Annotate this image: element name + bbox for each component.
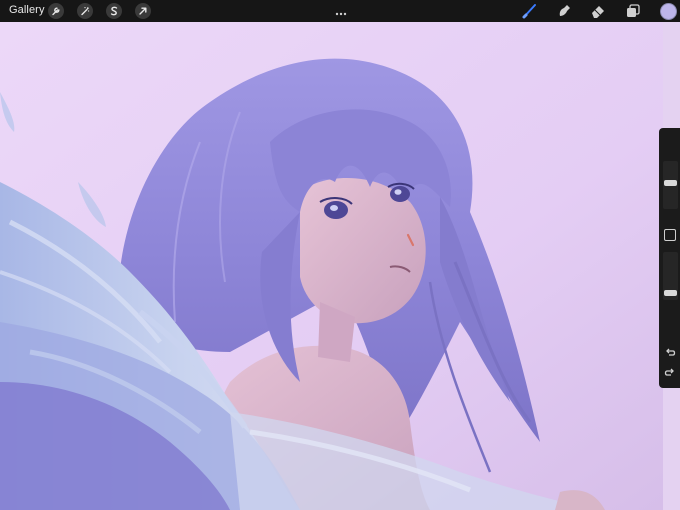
opacity-thumb[interactable] <box>664 289 677 296</box>
opacity-slider[interactable] <box>663 252 678 300</box>
selection-button[interactable] <box>106 3 122 19</box>
smudge-icon <box>559 5 570 16</box>
arrow-cursor-icon <box>139 7 147 15</box>
adjustments-button[interactable] <box>77 3 93 19</box>
layers-icon <box>627 4 640 17</box>
redo-button[interactable] <box>663 366 677 380</box>
painting-artwork <box>0 22 663 510</box>
selection-s-icon <box>110 6 118 16</box>
drawing-canvas[interactable] <box>0 22 663 510</box>
brush-sidebar <box>659 128 680 388</box>
eraser-tool-button[interactable] <box>589 2 607 20</box>
undo-button[interactable] <box>663 346 677 360</box>
ellipsis-icon <box>335 12 347 16</box>
layers-button[interactable] <box>624 2 642 20</box>
brush-tool-button[interactable] <box>521 2 539 20</box>
eraser-icon <box>592 6 604 18</box>
transform-button[interactable] <box>135 3 151 19</box>
brush-size-slider[interactable] <box>663 161 678 209</box>
color-picker-button[interactable] <box>660 3 677 20</box>
undo-arrow-icon <box>666 348 676 356</box>
modify-button[interactable] <box>664 229 676 241</box>
actions-button[interactable] <box>48 3 64 19</box>
brush-icon <box>522 4 536 19</box>
magic-wand-icon <box>81 7 90 16</box>
wrench-icon <box>52 7 60 16</box>
gallery-button[interactable]: Gallery <box>9 4 45 16</box>
top-toolbar: Gallery <box>0 0 680 22</box>
smudge-tool-button[interactable] <box>555 2 573 20</box>
brush-size-thumb[interactable] <box>664 179 677 186</box>
redo-arrow-icon <box>664 368 674 376</box>
more-options-button[interactable] <box>335 4 347 22</box>
